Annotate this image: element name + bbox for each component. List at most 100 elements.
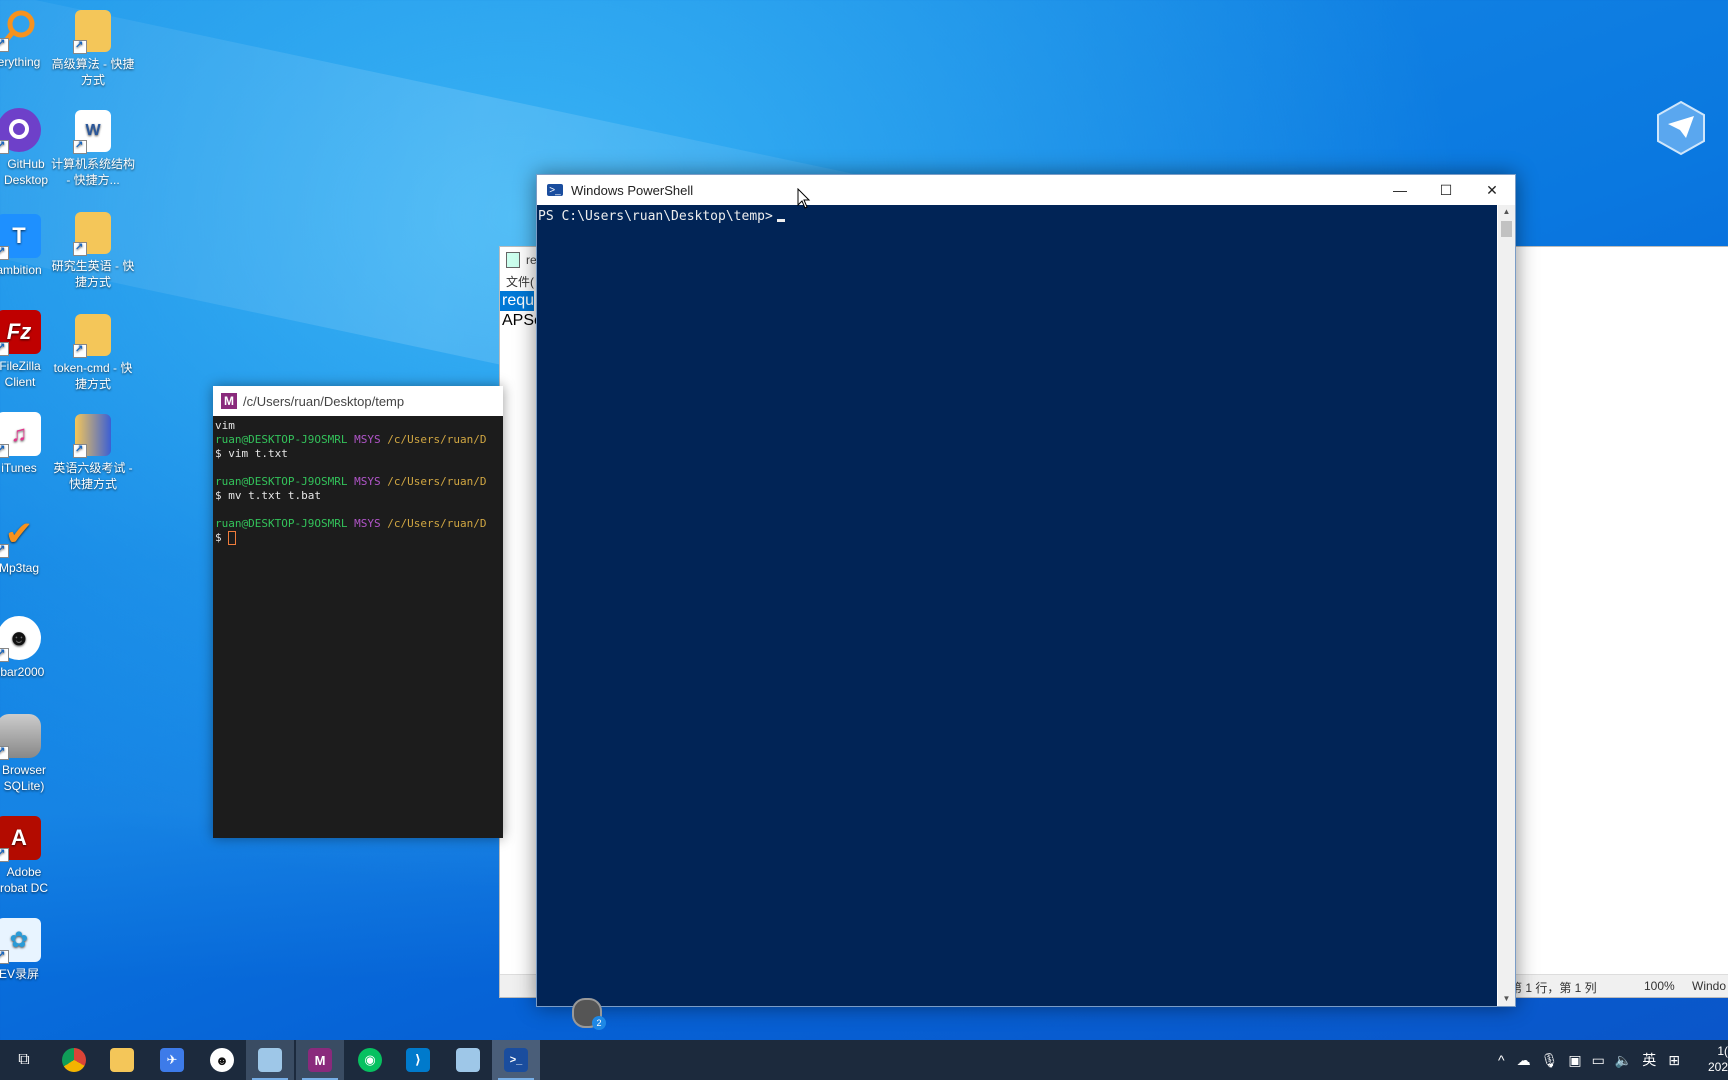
- taskbar-wechat[interactable]: ◉: [346, 1040, 394, 1080]
- taskbar-chrome[interactable]: [50, 1040, 98, 1080]
- desktop-icon-label: EV录屏: [0, 967, 39, 981]
- status-zoom: 100%: [1644, 979, 1675, 993]
- folder-icon: [73, 10, 111, 54]
- powershell-console[interactable]: PS C:\Users\ruan\Desktop\temp>: [537, 205, 1497, 1006]
- taskbar-file-explorer[interactable]: [98, 1040, 146, 1080]
- notification-avatar-icon[interactable]: 2: [572, 998, 606, 1030]
- word-document-icon: W: [73, 110, 111, 154]
- mingw-titlebar[interactable]: M /c/Users/ruan/Desktop/temp: [213, 386, 503, 416]
- github-icon: [0, 108, 41, 154]
- notification-badge: 2: [592, 1016, 606, 1030]
- powershell-prompt: PS C:\Users\ruan\Desktop\temp>: [538, 209, 773, 224]
- taskbar-task-view[interactable]: ⧉: [0, 1040, 48, 1080]
- powershell-prompt-line: PS C:\Users\ruan\Desktop\temp>: [537, 205, 1497, 228]
- taskbar: ⧉ ✈ ☻ M ◉ ⟩ >_ ^ ☁ 🎙 ▣ ▭ 🔈 英 ⊞ 1( 202: [0, 1040, 1728, 1080]
- desktop-icon-label: FileZilla Client: [0, 359, 41, 389]
- foobar-alien-icon: ☻: [210, 1048, 234, 1072]
- desktop-icon-label: 计算机系统结构 - 快捷方...: [50, 157, 135, 187]
- shortcut-arrow-icon: [73, 342, 87, 358]
- taskbar-feishu[interactable]: ✈: [148, 1040, 196, 1080]
- powershell-icon: >_: [547, 184, 563, 196]
- console-cursor: [776, 219, 785, 222]
- scroll-up-arrow-icon[interactable]: ▲: [1498, 205, 1515, 219]
- tray-expand-button[interactable]: ^: [1498, 1052, 1505, 1068]
- taskbar-mingw[interactable]: M: [296, 1040, 344, 1080]
- notepad-icon: [456, 1048, 480, 1072]
- taskbar-vscode[interactable]: ⟩: [394, 1040, 442, 1080]
- folder-icon: [73, 314, 111, 358]
- desktop-icon-label: GitHub Desktop: [3, 157, 49, 187]
- floating-feishu-icon[interactable]: [1656, 100, 1706, 156]
- shortcut-arrow-icon: [0, 442, 9, 458]
- shortcut-arrow-icon: [73, 138, 87, 154]
- status-position: 第 1 行，第 1 列: [1510, 981, 1597, 995]
- desktop-icon-label: token-cmd - 快捷方式: [53, 361, 133, 391]
- mingw-logo-icon: M: [308, 1048, 332, 1072]
- taskbar-notepad[interactable]: [246, 1040, 294, 1080]
- desktop-icon-label: Browser SQLite): [1, 763, 46, 793]
- notepad-icon: [506, 252, 520, 268]
- shortcut-arrow-icon: [0, 36, 9, 52]
- desktop-icon-foobar2000[interactable]: ☻ obar2000: [0, 616, 62, 680]
- keyboard-grid-icon[interactable]: ⊞: [1668, 1052, 1680, 1069]
- mingw-terminal-window[interactable]: M /c/Users/ruan/Desktop/temp vim ruan@DE…: [213, 386, 503, 838]
- shortcut-arrow-icon: [0, 846, 9, 862]
- scrollbar-thumb[interactable]: [1501, 221, 1512, 237]
- shortcut-arrow-icon: [73, 442, 87, 458]
- mingw-terminal-output[interactable]: vim ruan@DESKTOP-J9OSMRL MSYS /c/Users/r…: [213, 416, 503, 548]
- terminal-prompt-line: ruan@DESKTOP-J9OSMRL MSYS /c/Users/ruan/…: [215, 475, 487, 488]
- maximize-button[interactable]: ☐: [1423, 175, 1469, 205]
- desktop-icon-advanced-algorithms[interactable]: 高级算法 - 快捷方式: [50, 10, 136, 88]
- powershell-icon: >_: [504, 1048, 528, 1072]
- vertical-scrollbar[interactable]: ▲ ▼: [1498, 205, 1515, 1006]
- taskbar-clock[interactable]: 1( 202: [1706, 1043, 1728, 1075]
- desktop-icon-db-browser[interactable]: Browser SQLite): [0, 714, 62, 794]
- taskbar-powershell[interactable]: >_: [492, 1040, 540, 1080]
- ev-recorder-icon: ✿: [0, 918, 41, 964]
- notepad-icon: [258, 1048, 282, 1072]
- shortcut-arrow-icon: [0, 340, 9, 356]
- shortcut-arrow-icon: [73, 38, 87, 54]
- shortcut-arrow-icon: [0, 138, 9, 154]
- input-language[interactable]: 英: [1642, 1050, 1656, 1070]
- foobar-alien-icon: ☻: [0, 616, 41, 662]
- desktop-icon-mp3tag[interactable]: ✔ Mp3tag: [0, 512, 62, 576]
- desktop-icon-graduate-english[interactable]: 研究生英语 - 快捷方式: [50, 212, 136, 290]
- desktop-icon-label: Mp3tag: [0, 561, 40, 575]
- shortcut-arrow-icon: [0, 244, 9, 260]
- notification-icon[interactable]: ▣: [1568, 1052, 1581, 1069]
- taskbar-notepad-2[interactable]: [444, 1040, 492, 1080]
- volume-icon[interactable]: 🔈: [1615, 1052, 1632, 1069]
- close-button[interactable]: ✕: [1469, 175, 1515, 205]
- desktop-icon-acrobat[interactable]: A Adobe robat DC: [0, 816, 62, 896]
- ambition-icon: T: [0, 214, 41, 260]
- mp3tag-icon: ✔: [0, 512, 41, 558]
- minimize-button[interactable]: —: [1377, 175, 1423, 205]
- powershell-title: Windows PowerShell: [571, 182, 694, 198]
- desktop-icon-ev-recorder[interactable]: ✿ EV录屏: [0, 918, 62, 982]
- chrome-icon: [62, 1048, 86, 1072]
- powershell-titlebar[interactable]: >_ Windows PowerShell — ☐ ✕: [537, 175, 1515, 205]
- taskbar-foobar2000[interactable]: ☻: [198, 1040, 246, 1080]
- desktop-icon-cet6[interactable]: 英语六级考试 - 快捷方式: [50, 414, 136, 492]
- desktop-icon-label: Adobe robat DC: [0, 865, 49, 895]
- database-icon: [0, 714, 41, 760]
- powershell-window[interactable]: >_ Windows PowerShell — ☐ ✕ PS C:\Users\…: [536, 174, 1516, 1007]
- clock-time: 1(: [1717, 1044, 1728, 1058]
- shortcut-arrow-icon: [0, 948, 9, 964]
- desktop-icon-label: 研究生英语 - 快捷方式: [51, 259, 135, 289]
- clock-date: 202: [1707, 1060, 1728, 1074]
- mouse-cursor-icon: [797, 188, 811, 209]
- status-encoding: Windo: [1692, 979, 1727, 993]
- terminal-input-line: $: [215, 531, 501, 545]
- everything-icon: [0, 6, 41, 52]
- mingw-title: /c/Users/ruan/Desktop/temp: [243, 393, 405, 409]
- vscode-icon: ⟩: [406, 1048, 430, 1072]
- desktop-icon-token-cmd[interactable]: token-cmd - 快捷方式: [50, 314, 136, 392]
- shortcut-arrow-icon: [0, 542, 9, 558]
- network-icon[interactable]: ▭: [1592, 1052, 1605, 1069]
- microphone-icon[interactable]: 🎙: [1541, 1052, 1559, 1069]
- network-cloud-icon[interactable]: ☁: [1517, 1052, 1531, 1069]
- scroll-down-arrow-icon[interactable]: ▼: [1498, 992, 1515, 1006]
- desktop-icon-computer-architecture[interactable]: W 计算机系统结构 - 快捷方...: [50, 110, 136, 188]
